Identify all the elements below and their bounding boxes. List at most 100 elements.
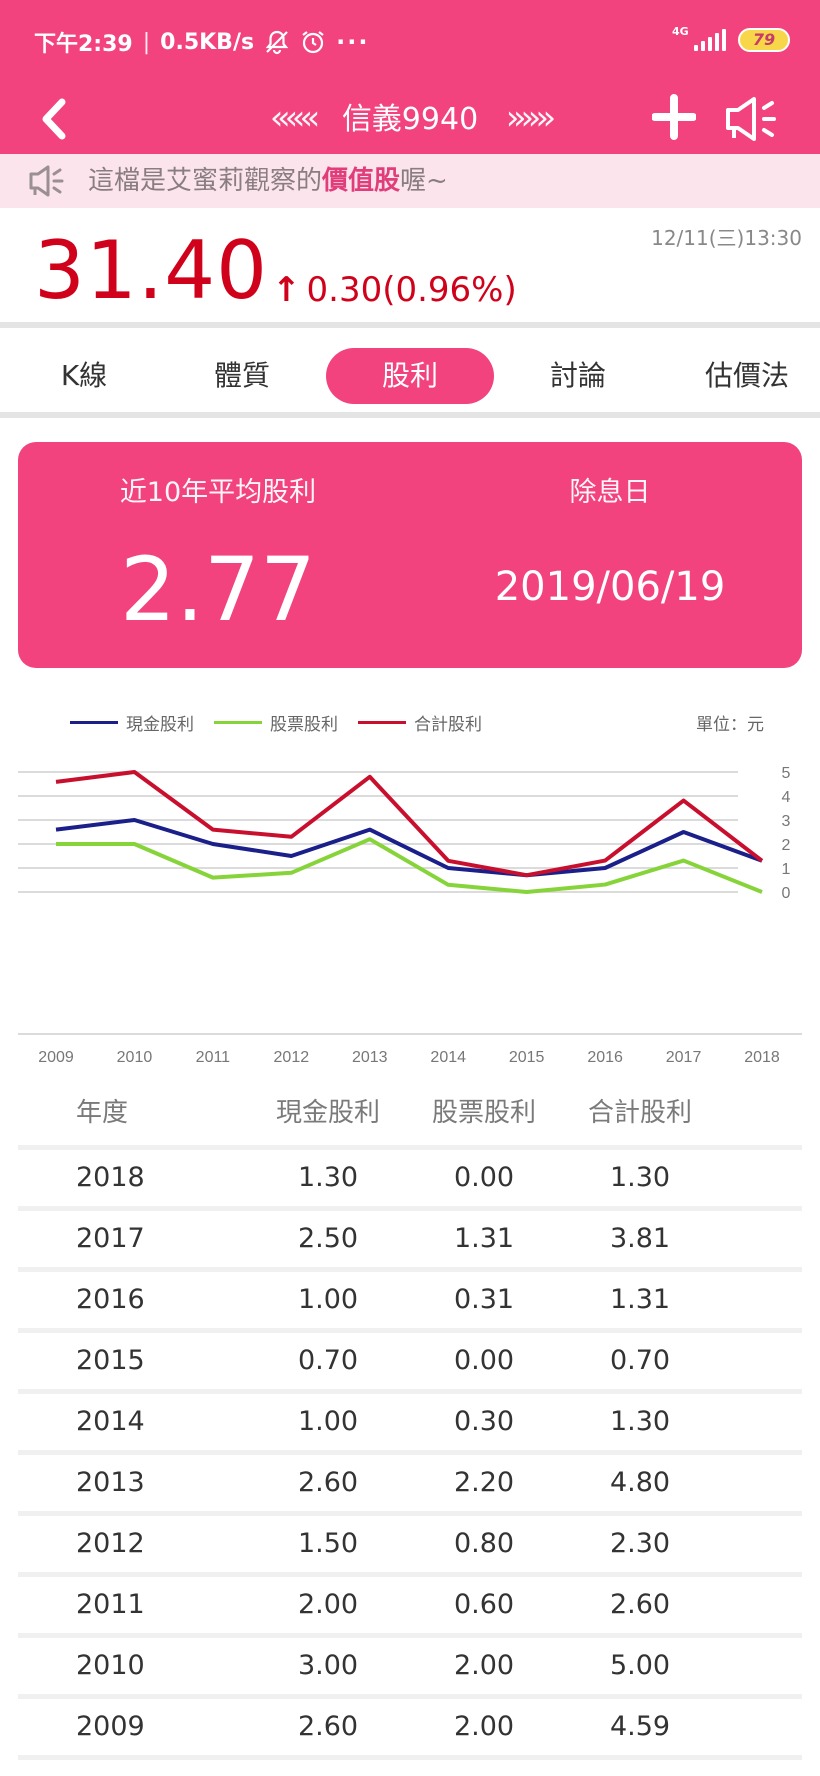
cell-year: 2012 xyxy=(76,1528,145,1559)
tab-fundamentals[interactable]: 體質 xyxy=(158,348,326,404)
cell-cash: 2.60 xyxy=(297,1711,359,1742)
cell-stock: 2.00 xyxy=(453,1650,515,1681)
table-body: 2018 1.30 0.00 1.30 2017 2.50 1.31 3.81 2016 1.00… xyxy=(18,1150,802,1760)
dividend-summary-card: 近10年平均股利 除息日 2.77 2019/06/19 xyxy=(18,442,802,668)
x-tick-label: 2009 xyxy=(38,1049,74,1066)
table-row: 2015 0.70 0.00 0.70 xyxy=(18,1333,802,1394)
status-right: 4G 79 xyxy=(672,25,790,52)
cell-stock: 0.80 xyxy=(453,1528,515,1559)
megaphone-icon[interactable] xyxy=(724,96,784,142)
avg-dividend-label: 近10年平均股利 xyxy=(119,477,317,508)
tab-bar: K線 體質 股利 討論 估價法 xyxy=(0,334,820,418)
x-tick-label: 2015 xyxy=(509,1049,545,1066)
notice-highlight: 價值股 xyxy=(322,166,401,196)
cell-year: 2010 xyxy=(76,1650,145,1681)
table-row: 2017 2.50 1.31 3.81 xyxy=(18,1211,802,1272)
x-tick-label: 2011 xyxy=(196,1049,231,1066)
chart-plot: 0 1 2 3 4 5 2009 2010 2011 2012 2013 2014 2015 2016 20… xyxy=(18,765,802,1066)
price-block: 12/11(三)13:30 31.40 ↑ 0.30(0.96%) xyxy=(0,208,820,328)
cell-stock: 0.00 xyxy=(453,1162,515,1193)
nav-bar: ««« 信義9940 »»» xyxy=(0,84,820,154)
double-chevron-left-icon[interactable]: ««« xyxy=(270,98,320,138)
cell-stock: 2.00 xyxy=(453,1711,515,1742)
x-tick-label: 2016 xyxy=(587,1049,623,1066)
cell-stock: 2.20 xyxy=(453,1467,515,1498)
dividend-table: 年度 現金股利 股票股利 合計股利 2018 1.30 0.00 1.30 2017 2.… xyxy=(18,1090,802,1760)
header-total: 合計股利 xyxy=(587,1098,692,1128)
table-row: 2010 3.00 2.00 5.00 xyxy=(18,1638,802,1699)
table-row: 2009 2.60 2.00 4.59 xyxy=(18,1699,802,1760)
price-change: ↑ 0.30(0.96%) xyxy=(272,270,517,310)
tab-valuation[interactable]: 估價法 xyxy=(662,348,820,404)
cell-year: 2013 xyxy=(76,1467,145,1498)
stock-title: 信義9940 xyxy=(341,102,479,137)
plus-icon[interactable] xyxy=(651,86,697,158)
cell-cash: 2.50 xyxy=(297,1223,359,1254)
megaphone-icon xyxy=(29,165,64,197)
x-tick-label: 2010 xyxy=(117,1049,153,1066)
cell-total: 4.80 xyxy=(609,1467,671,1498)
y-tick-label: 1 xyxy=(782,861,791,878)
header-stock: 股票股利 xyxy=(431,1098,536,1128)
status-bar: 下午2:39 | 0.5KB/s ··· 4G 79 xyxy=(0,0,820,84)
cell-stock: 0.30 xyxy=(453,1406,515,1437)
cell-year: 2009 xyxy=(76,1711,145,1742)
status-time: 下午2:39 xyxy=(34,32,133,57)
y-tick-label: 3 xyxy=(782,813,791,830)
cell-total: 5.00 xyxy=(609,1650,671,1681)
cell-stock: 0.60 xyxy=(453,1589,515,1620)
more-dots-icon: ··· xyxy=(336,28,370,56)
notice-suffix: 喔~ xyxy=(400,166,448,196)
cell-total: 2.60 xyxy=(609,1589,671,1620)
cell-total: 0.70 xyxy=(609,1345,671,1376)
x-tick-label: 2014 xyxy=(430,1049,466,1066)
status-speed: 0.5KB/s xyxy=(160,29,255,55)
cell-total: 1.30 xyxy=(609,1406,671,1437)
ex-dividend-date: 2019/06/19 xyxy=(494,564,726,610)
cell-stock: 0.00 xyxy=(453,1345,515,1376)
dividend-chart: 現金股利 股票股利 合計股利 單位：元 0 1 2 3 4 5 2009 2010 2011 20… xyxy=(0,692,820,1072)
cell-stock: 1.31 xyxy=(453,1223,515,1254)
cell-cash: 0.70 xyxy=(297,1345,359,1376)
tab-discussion[interactable]: 討論 xyxy=(494,348,662,404)
cell-total: 1.31 xyxy=(609,1284,671,1315)
avg-dividend-value: 2.77 xyxy=(120,538,316,641)
cell-year: 2014 xyxy=(76,1406,145,1437)
nav-title-bar: ««« 信義9940 »»» xyxy=(0,98,820,140)
cell-year: 2011 xyxy=(76,1589,145,1620)
current-price: 31.40 xyxy=(34,224,269,317)
cell-year: 2015 xyxy=(76,1345,145,1376)
table-header: 年度 現金股利 股票股利 合計股利 xyxy=(18,1090,802,1150)
battery-icon: 79 xyxy=(738,28,790,52)
notice-prefix: 這檔是艾蜜莉觀察的 xyxy=(88,166,323,196)
tab-kline[interactable]: K線 xyxy=(0,348,168,404)
cell-year: 2016 xyxy=(76,1284,145,1315)
table-row: 2012 1.50 0.80 2.30 xyxy=(18,1516,802,1577)
cell-year: 2018 xyxy=(76,1162,145,1193)
header-year: 年度 xyxy=(76,1098,129,1128)
cell-cash: 1.00 xyxy=(297,1406,359,1437)
bell-off-icon xyxy=(265,30,289,55)
cell-cash: 1.30 xyxy=(297,1162,359,1193)
cell-stock: 0.31 xyxy=(453,1284,515,1315)
status-left: 下午2:39 | 0.5KB/s ··· xyxy=(34,26,369,58)
double-chevron-right-icon[interactable]: »»» xyxy=(506,98,556,138)
x-tick-label: 2013 xyxy=(352,1049,388,1066)
y-tick-label: 5 xyxy=(782,765,791,782)
table-row: 2011 2.00 0.60 2.60 xyxy=(18,1577,802,1638)
table-row: 2016 1.00 0.31 1.31 xyxy=(18,1272,802,1333)
table-row: 2014 1.00 0.30 1.30 xyxy=(18,1394,802,1455)
notice-banner: 這檔是艾蜜莉觀察的價值股喔~ xyxy=(0,154,820,208)
header-cash: 現金股利 xyxy=(275,1098,380,1128)
cell-cash: 2.60 xyxy=(297,1467,359,1498)
cell-total: 4.59 xyxy=(609,1711,671,1742)
cell-total: 2.30 xyxy=(609,1528,671,1559)
x-tick-label: 2012 xyxy=(274,1049,310,1066)
cell-cash: 2.00 xyxy=(297,1589,359,1620)
tab-dividend[interactable]: 股利 xyxy=(326,348,494,404)
x-tick-label: 2018 xyxy=(744,1049,780,1066)
network-type: 4G xyxy=(672,25,689,38)
cell-total: 3.81 xyxy=(609,1223,671,1254)
x-tick-label: 2017 xyxy=(666,1049,702,1066)
cell-cash: 1.50 xyxy=(297,1528,359,1559)
